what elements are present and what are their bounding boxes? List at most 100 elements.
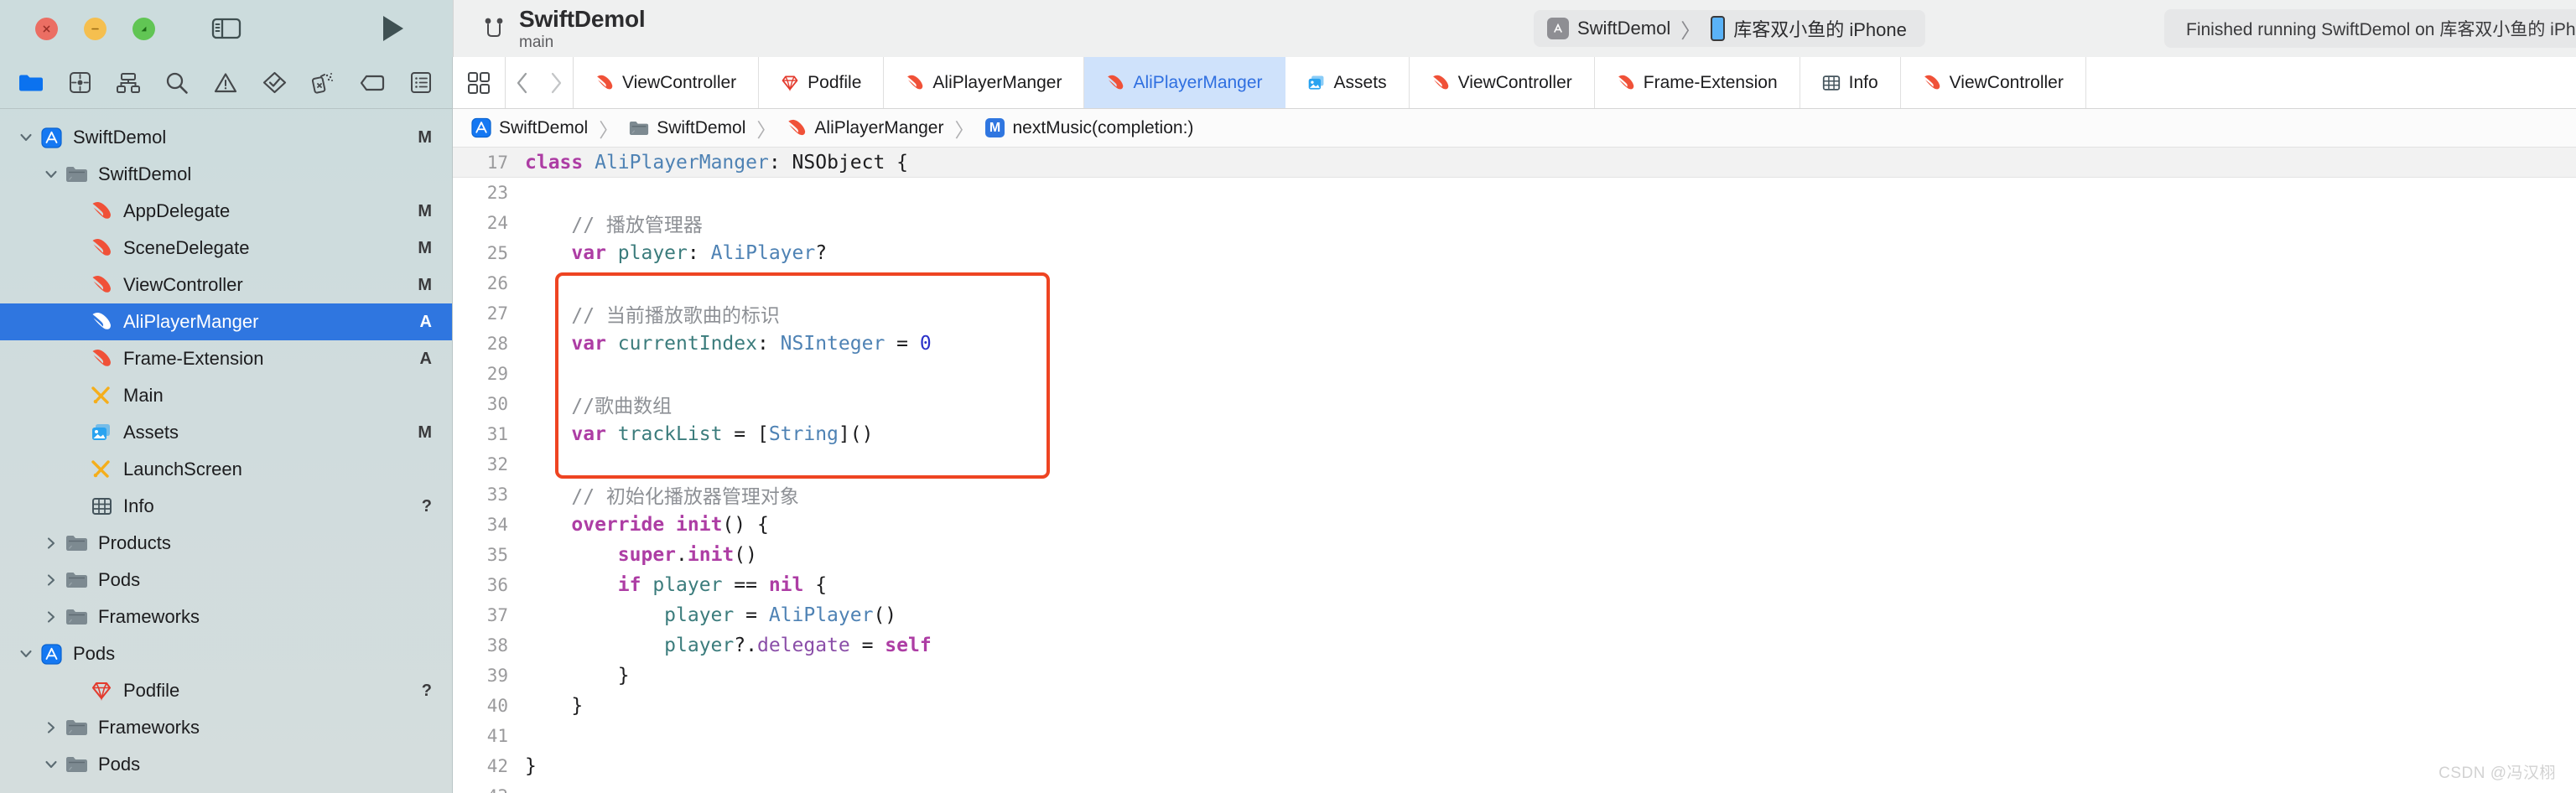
editor-tab-viewcontroller[interactable]: ViewController: [574, 57, 760, 108]
debug-spray-icon[interactable]: [299, 65, 348, 101]
tree-twisty[interactable]: [15, 646, 37, 661]
folder-icon[interactable]: [7, 65, 55, 101]
search-icon[interactable]: [153, 65, 201, 101]
close-button[interactable]: [35, 17, 58, 40]
editor-tab-podfile[interactable]: Podfile: [759, 57, 885, 108]
editor-tab-assets[interactable]: Assets: [1285, 57, 1410, 108]
code-line[interactable]: 41: [453, 721, 2576, 751]
chevron-down-icon[interactable]: [18, 646, 34, 661]
run-button[interactable]: [379, 13, 408, 44]
editor-tab-viewcontroller[interactable]: ViewController: [1901, 57, 2086, 108]
warning-triangle-icon[interactable]: [201, 65, 250, 101]
chevron-down-icon[interactable]: [44, 167, 59, 182]
source-control-icon[interactable]: [55, 65, 104, 101]
code-line[interactable]: 35 super.init(): [453, 540, 2576, 570]
tree-row-launchscreen[interactable]: LaunchScreen: [0, 451, 452, 488]
report-list-icon[interactable]: [397, 65, 445, 101]
tree-row-viewcontroller[interactable]: ViewController M: [0, 267, 452, 303]
chevron-right-icon[interactable]: [539, 57, 573, 109]
tree-row-main[interactable]: Main: [0, 377, 452, 414]
test-diamond-icon[interactable]: [251, 65, 299, 101]
tree-row-label: Pods: [98, 754, 141, 775]
code-line[interactable]: 26: [453, 268, 2576, 298]
editor-tab-info[interactable]: Info: [1800, 57, 1901, 108]
code-editor[interactable]: 17 class AliPlayerManger: NSObject { 23 2…: [453, 148, 2576, 793]
breakpoint-tag-icon[interactable]: [348, 65, 397, 101]
breadcrumb-item-nextmusic-completion-[interactable]: MnextMusic(completion:): [984, 118, 1193, 138]
navigator-toolbar: [0, 57, 452, 109]
code-line[interactable]: 34 override init() {: [453, 510, 2576, 540]
code-line[interactable]: 24 // 播放管理器: [453, 208, 2576, 238]
tree-twisty[interactable]: [40, 757, 62, 772]
tree-row-frame-extension[interactable]: Frame-Extension A: [0, 340, 452, 377]
code-line[interactable]: 27 // 当前播放歌曲的标识: [453, 298, 2576, 329]
code-member: player: [617, 242, 688, 264]
code-line[interactable]: 39 }: [453, 661, 2576, 691]
editor-layout-icon[interactable]: [453, 57, 505, 108]
code-line[interactable]: 37 player = AliPlayer(): [453, 600, 2576, 630]
tree-row-swiftdemol[interactable]: SwiftDemol M: [0, 119, 452, 156]
chevron-right-icon[interactable]: [44, 609, 59, 625]
hierarchy-icon[interactable]: [104, 65, 153, 101]
appstore-icon: [40, 127, 62, 148]
code-line[interactable]: 25 var player: AliPlayer?: [453, 238, 2576, 268]
tree-row-info[interactable]: Info?: [0, 488, 452, 525]
line-content: if player == nil {: [617, 574, 828, 596]
tree-twisty[interactable]: [40, 609, 62, 625]
tree-row-aliplayermanger[interactable]: AliPlayerManger A: [0, 303, 452, 340]
tree-twisty[interactable]: [15, 130, 37, 145]
breadcrumb-item-swiftdemol[interactable]: SwiftDemol: [471, 118, 588, 138]
project-identity[interactable]: SwiftDemol main: [482, 6, 646, 51]
code-line[interactable]: 40 }: [453, 691, 2576, 721]
editor-tab-viewcontroller[interactable]: ViewController: [1410, 57, 1595, 108]
code-line[interactable]: 43: [453, 781, 2576, 793]
tree-row-pods[interactable]: Pods: [0, 562, 452, 599]
code-line[interactable]: 42}: [453, 751, 2576, 781]
breadcrumb-label: SwiftDemol: [657, 117, 746, 137]
code-line[interactable]: 33 // 初始化播放器管理对象: [453, 479, 2576, 510]
breadcrumb-item-swiftdemol[interactable]: SwiftDemol: [629, 118, 745, 138]
tree-row-assets[interactable]: Assets M: [0, 414, 452, 451]
chevron-right-icon[interactable]: [44, 720, 59, 735]
chevron-right-icon[interactable]: [44, 536, 59, 551]
zoom-button[interactable]: [132, 17, 155, 40]
code-comment: // 初始化播放器管理对象: [571, 486, 799, 508]
tree-twisty[interactable]: [40, 536, 62, 551]
code-line[interactable]: 36 if player == nil {: [453, 570, 2576, 600]
code-line[interactable]: 29: [453, 359, 2576, 389]
code-line[interactable]: 30 //歌曲数组: [453, 389, 2576, 419]
tree-row-pods[interactable]: Pods: [0, 635, 452, 672]
scheme-destination-selector[interactable]: SwiftDemol 〉 库客双小鱼的 iPhone: [1534, 10, 1925, 47]
chevron-down-icon[interactable]: [18, 130, 34, 145]
tree-twisty[interactable]: [40, 720, 62, 735]
tree-row-swiftdemol[interactable]: SwiftDemol: [0, 156, 452, 193]
file-tree[interactable]: SwiftDemol M SwiftDemol AppDelegate M SceneDe…: [0, 109, 452, 793]
status-bar[interactable]: Finished running SwiftDemol on 库客双小鱼的 iP…: [2164, 9, 2576, 48]
chevron-right-icon[interactable]: [44, 573, 59, 588]
minimize-button[interactable]: [84, 17, 106, 40]
sidebar-left-icon[interactable]: [210, 16, 242, 41]
editor-tab-aliplayermanger[interactable]: AliPlayerManger: [1084, 57, 1285, 108]
code-line[interactable]: 38 player?.delegate = self: [453, 630, 2576, 661]
chevron-down-icon[interactable]: [44, 757, 59, 772]
code-line[interactable]: 31 var trackList = [String](): [453, 419, 2576, 449]
editor-tab-aliplayermanger[interactable]: AliPlayerManger: [884, 57, 1085, 108]
chevron-left-icon[interactable]: [506, 57, 539, 109]
tree-row-frameworks[interactable]: Frameworks: [0, 709, 452, 746]
tree-row-frameworks[interactable]: Frameworks: [0, 599, 452, 635]
tree-row-pods[interactable]: Pods: [0, 746, 452, 783]
tree-row-products[interactable]: Products: [0, 525, 452, 562]
code-line[interactable]: 28 var currentIndex: NSInteger = 0: [453, 329, 2576, 359]
tree-row-appdelegate[interactable]: AppDelegate M: [0, 193, 452, 230]
tree-row-scenedelegate[interactable]: SceneDelegate M: [0, 230, 452, 267]
code-line[interactable]: 32: [453, 449, 2576, 479]
editor-tab-frame-extension[interactable]: Frame-Extension: [1595, 57, 1800, 108]
code-line[interactable]: 23: [453, 178, 2576, 208]
breadcrumb-item-aliplayermanger[interactable]: AliPlayerManger: [787, 118, 943, 138]
tree-twisty[interactable]: [40, 573, 62, 588]
breadcrumb[interactable]: SwiftDemol 〉 SwiftDemol 〉 AliPlayerManger 〉 Mn…: [453, 109, 2576, 148]
code-lines[interactable]: 23 24 // 播放管理器 25 var player: AliPlayer? 26…: [453, 178, 2576, 793]
tree-twisty[interactable]: [40, 167, 62, 182]
tree-row-label: Pods: [98, 569, 141, 590]
tree-row-podfile[interactable]: Podfile?: [0, 672, 452, 709]
